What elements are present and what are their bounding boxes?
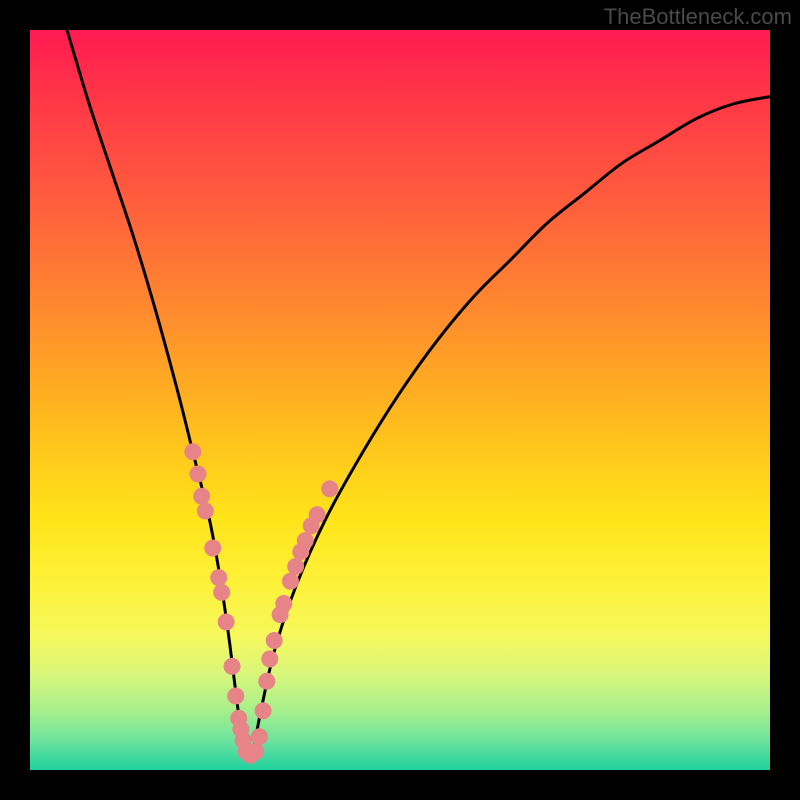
chart-frame: TheBottleneck.com: [0, 0, 800, 800]
data-marker: [218, 614, 235, 631]
data-marker: [197, 503, 214, 520]
data-marker: [184, 443, 201, 460]
chart-svg: [30, 30, 770, 770]
data-marker: [210, 569, 227, 586]
plot-area: [30, 30, 770, 770]
data-marker: [251, 728, 268, 745]
bottleneck-curve: [67, 30, 770, 761]
data-marker: [227, 688, 244, 705]
data-marker: [193, 488, 210, 505]
data-marker: [282, 573, 299, 590]
data-marker: [287, 558, 304, 575]
data-marker: [255, 702, 272, 719]
data-marker: [266, 632, 283, 649]
watermark-text: TheBottleneck.com: [604, 4, 792, 30]
data-marker: [247, 743, 264, 760]
data-marker: [261, 651, 278, 668]
data-marker: [204, 540, 221, 557]
data-marker: [224, 658, 241, 675]
data-marker: [189, 466, 206, 483]
data-marker: [309, 506, 326, 523]
data-marker: [258, 673, 275, 690]
data-marker: [213, 584, 230, 601]
data-marker: [297, 532, 314, 549]
data-marker: [321, 480, 338, 497]
data-marker: [275, 595, 292, 612]
